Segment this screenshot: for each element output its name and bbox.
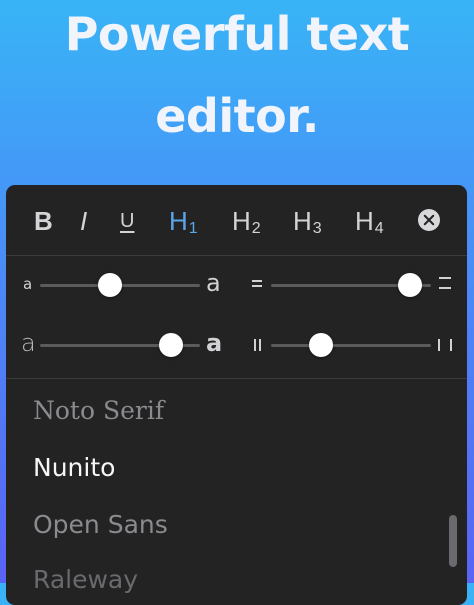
heading-2-number: 2	[251, 220, 261, 237]
font-option-noto-serif[interactable]: Noto Serif	[33, 396, 164, 425]
sliders-divider	[6, 378, 467, 379]
font-option-open-sans[interactable]: Open Sans	[33, 510, 168, 539]
font-list-scrollbar[interactable]	[449, 515, 457, 567]
heading-2-button[interactable]: H2	[232, 206, 261, 237]
letter-spacing-track[interactable]	[271, 344, 431, 347]
heading-1-number: 1	[188, 220, 198, 237]
font-size-max-label: a	[206, 269, 221, 297]
letter-spacing-narrow-icon	[254, 339, 262, 351]
headline: Powerful text editor.	[0, 6, 474, 144]
heading-1-letter: H	[169, 206, 188, 236]
italic-button[interactable]: I	[80, 206, 87, 236]
line-height-slider-thumb[interactable]	[398, 273, 423, 297]
heading-4-button[interactable]: H4	[355, 206, 384, 237]
headline-line-2: editor.	[155, 89, 319, 143]
format-toolbar: B I U H1 H2 H3 H4	[6, 185, 467, 255]
heading-1-button[interactable]: H1	[169, 206, 198, 237]
editor-panel: B I U H1 H2 H3 H4 a a a a Noto Serif Nun…	[6, 185, 467, 605]
font-size-min-label: a	[23, 275, 33, 293]
font-option-raleway[interactable]: Raleway	[33, 565, 138, 594]
font-size-slider-thumb[interactable]	[98, 273, 123, 297]
heading-3-button[interactable]: H3	[293, 206, 322, 237]
font-option-nunito[interactable]: Nunito	[33, 453, 115, 482]
heading-4-letter: H	[355, 206, 374, 236]
line-height-large-icon	[439, 277, 451, 292]
font-weight-max-label: a	[206, 329, 223, 357]
heading-3-number: 3	[312, 220, 322, 237]
toolbar-divider	[6, 255, 467, 256]
letter-spacing-wide-icon	[438, 339, 454, 351]
line-height-small-icon	[252, 280, 262, 290]
letter-spacing-slider-thumb[interactable]	[308, 333, 333, 357]
heading-3-letter: H	[293, 206, 312, 236]
bold-button[interactable]: B	[34, 206, 53, 236]
heading-2-letter: H	[232, 206, 251, 236]
font-weight-min-label: a	[21, 329, 36, 357]
underline-button[interactable]: U	[120, 206, 134, 236]
heading-4-number: 4	[374, 220, 384, 237]
headline-line-1: Powerful text	[64, 7, 410, 61]
close-icon[interactable]	[418, 209, 440, 231]
font-weight-slider-thumb[interactable]	[159, 333, 184, 357]
